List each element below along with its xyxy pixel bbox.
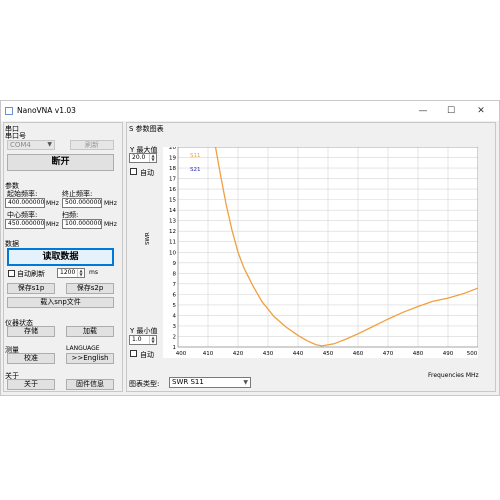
y-tick-label: 13 bbox=[169, 219, 176, 225]
maximize-button[interactable]: ☐ bbox=[437, 104, 465, 118]
y-tick-label: 9 bbox=[173, 261, 177, 267]
y-tick-label: 8 bbox=[173, 271, 177, 277]
chart-type-select[interactable]: SWR S11 ▼ bbox=[169, 377, 251, 388]
center-freq-unit: MHz bbox=[46, 221, 59, 228]
span-input[interactable]: 100.000000 bbox=[62, 219, 102, 229]
stop-freq-unit: MHz bbox=[104, 200, 117, 207]
x-tick-label: 480 bbox=[413, 351, 424, 357]
language-group-label: LANGUAGE bbox=[66, 345, 100, 352]
auto-ymin-label: 自动 bbox=[140, 351, 154, 359]
load-snp-button[interactable]: 载入snp文件 bbox=[7, 297, 114, 308]
store-button[interactable]: 存储 bbox=[7, 326, 55, 337]
x-tick-label: 410 bbox=[203, 351, 214, 357]
port-select[interactable]: COM4 ▼ bbox=[7, 140, 55, 150]
disconnect-button[interactable]: 断开 bbox=[7, 154, 114, 171]
chevron-down-icon: ▼ bbox=[47, 141, 52, 148]
auto-refresh-checkbox[interactable] bbox=[8, 270, 15, 277]
calibrate-button[interactable]: 校准 bbox=[7, 353, 55, 364]
y-tick-label: 4 bbox=[173, 313, 177, 319]
y-axis-label: SWR bbox=[145, 232, 151, 245]
y-tick-label: 3 bbox=[173, 324, 177, 330]
chart-panel-title: S 参数图表 bbox=[129, 125, 164, 133]
x-tick-label: 430 bbox=[263, 351, 274, 357]
x-tick-label: 450 bbox=[323, 351, 334, 357]
close-button[interactable]: ✕ bbox=[467, 104, 495, 118]
center-freq-input[interactable]: 450.000000 bbox=[5, 219, 45, 229]
chevron-down-icon: ▼ bbox=[243, 379, 248, 386]
y-tick-label: 20 bbox=[169, 147, 176, 151]
refresh-button[interactable]: 刷新 bbox=[70, 140, 114, 150]
save-s2p-button[interactable]: 保存s2p bbox=[66, 283, 114, 294]
refresh-interval-value: 1200 bbox=[60, 269, 76, 276]
refresh-interval-unit: ms bbox=[89, 269, 98, 276]
spinner-arrows-icon[interactable]: ▲ ▼ bbox=[77, 269, 84, 277]
series-line-s11 bbox=[214, 147, 478, 347]
y-tick-label: 7 bbox=[173, 282, 177, 288]
refresh-interval-input[interactable]: 1200 ▲ ▼ bbox=[57, 268, 85, 278]
auto-ymin-checkbox[interactable] bbox=[130, 350, 137, 357]
start-freq-unit: MHz bbox=[46, 200, 59, 207]
start-freq-input[interactable]: 400.000000 bbox=[5, 198, 45, 208]
span-unit: MHz bbox=[104, 221, 117, 228]
x-tick-label: 440 bbox=[293, 351, 304, 357]
y-tick-label: 18 bbox=[169, 166, 176, 172]
x-tick-label: 470 bbox=[383, 351, 394, 357]
y-tick-label: 2 bbox=[173, 334, 177, 340]
save-s1p-button[interactable]: 保存s1p bbox=[7, 283, 55, 294]
read-data-button[interactable]: 读取数据 bbox=[7, 248, 114, 266]
auto-ymax-checkbox[interactable] bbox=[130, 168, 137, 175]
legend-s21: S21 bbox=[190, 167, 201, 173]
y-tick-label: 19 bbox=[169, 156, 176, 162]
about-button[interactable]: 关于 bbox=[7, 379, 55, 390]
chart-type-label: 图表类型: bbox=[129, 380, 160, 388]
ymax-input[interactable]: 20.0 ▲ ▼ bbox=[129, 153, 157, 163]
y-tick-label: 5 bbox=[173, 303, 177, 309]
minimize-button[interactable]: — bbox=[409, 104, 437, 118]
y-tick-label: 15 bbox=[169, 198, 176, 204]
auto-ymax-label: 自动 bbox=[140, 169, 154, 177]
swr-chart: 400 410 420 430 440 450 460 470 480 490 5001234567… bbox=[163, 147, 478, 358]
port-value: COM4 bbox=[10, 141, 31, 149]
firmware-info-button[interactable]: 固件信息 bbox=[66, 379, 114, 390]
y-tick-label: 17 bbox=[169, 177, 176, 183]
english-button[interactable]: >>English bbox=[66, 353, 114, 364]
y-tick-label: 14 bbox=[169, 208, 176, 214]
y-tick-label: 1 bbox=[173, 345, 177, 351]
ymax-value: 20.0 bbox=[132, 154, 146, 161]
x-tick-label: 500 bbox=[467, 351, 478, 357]
y-tick-label: 10 bbox=[169, 250, 176, 256]
chart-type-value: SWR S11 bbox=[172, 378, 204, 386]
spinner-arrows-icon[interactable]: ▲ ▼ bbox=[149, 154, 156, 162]
y-tick-label: 12 bbox=[169, 229, 176, 235]
title-bar: NanoVNA v1.03 — ☐ ✕ bbox=[1, 101, 499, 121]
x-tick-label: 420 bbox=[233, 351, 244, 357]
legend-s11: S11 bbox=[190, 153, 201, 159]
app-icon bbox=[5, 107, 13, 115]
y-tick-label: 6 bbox=[173, 292, 177, 298]
load-button[interactable]: 加载 bbox=[66, 326, 114, 337]
ymin-value: 1.0 bbox=[132, 336, 142, 343]
x-tick-label: 400 bbox=[176, 351, 187, 357]
stop-freq-input[interactable]: 500.000000 bbox=[62, 198, 102, 208]
auto-refresh-label: 自动刷新 bbox=[17, 270, 45, 278]
x-axis-label: Frequencies MHz bbox=[428, 372, 479, 379]
x-tick-label: 490 bbox=[443, 351, 454, 357]
y-tick-label: 11 bbox=[169, 240, 176, 246]
spinner-arrows-icon[interactable]: ▲ ▼ bbox=[149, 336, 156, 344]
window-title: NanoVNA v1.03 bbox=[17, 106, 76, 115]
ymin-input[interactable]: 1.0 ▲ ▼ bbox=[129, 335, 157, 345]
x-tick-label: 460 bbox=[353, 351, 364, 357]
y-tick-label: 16 bbox=[169, 187, 176, 193]
